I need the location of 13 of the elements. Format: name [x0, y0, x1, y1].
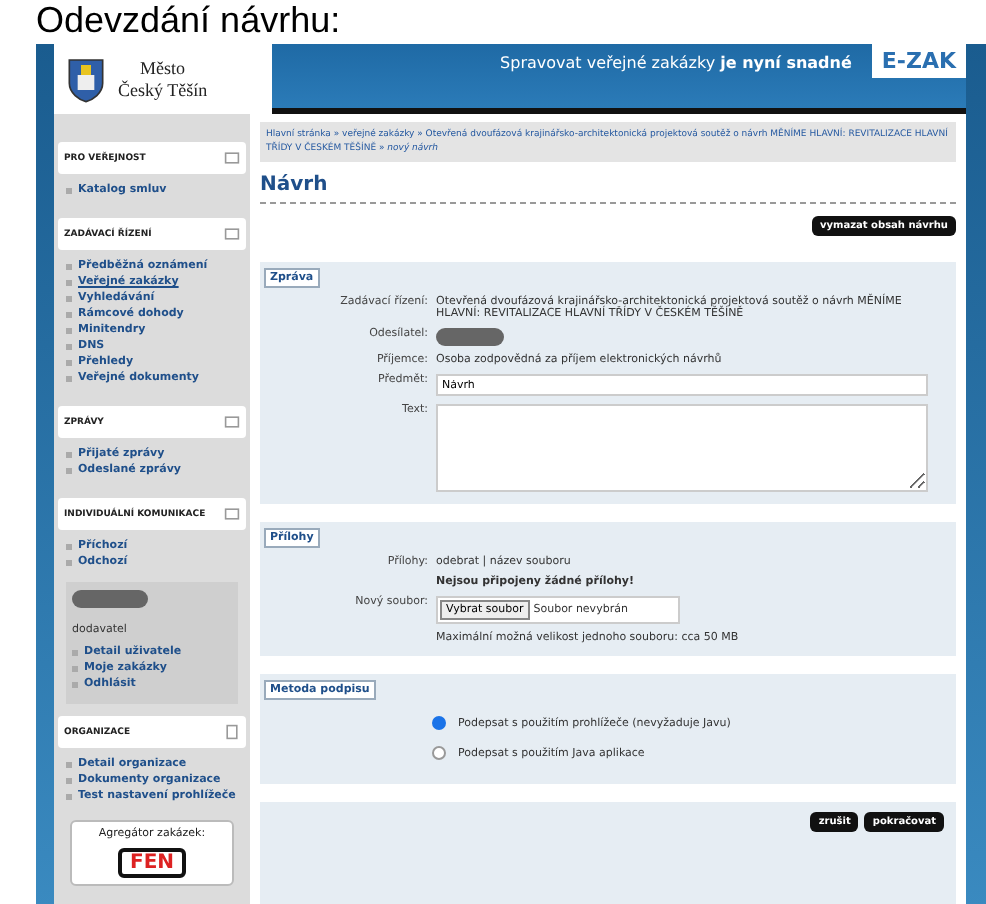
- city-name: Český Těšín: [118, 79, 208, 101]
- radio-button[interactable]: [432, 746, 446, 760]
- redacted-sender: [436, 328, 504, 346]
- slogan: Spravovat veřejné zakázky je nyní snadné: [500, 54, 852, 72]
- brand-logo: E-ZAK: [871, 44, 966, 78]
- radio-button[interactable]: [432, 716, 446, 730]
- redacted-name: [72, 590, 148, 608]
- text-area[interactable]: [436, 404, 928, 492]
- coat-of-arms-icon: [66, 53, 106, 105]
- aggregator-logo[interactable]: FEN: [117, 848, 187, 878]
- page-title: Návrh: [260, 174, 956, 204]
- city-name: Město: [140, 57, 186, 79]
- page-heading: Odevzdání návrhu:: [36, 0, 341, 40]
